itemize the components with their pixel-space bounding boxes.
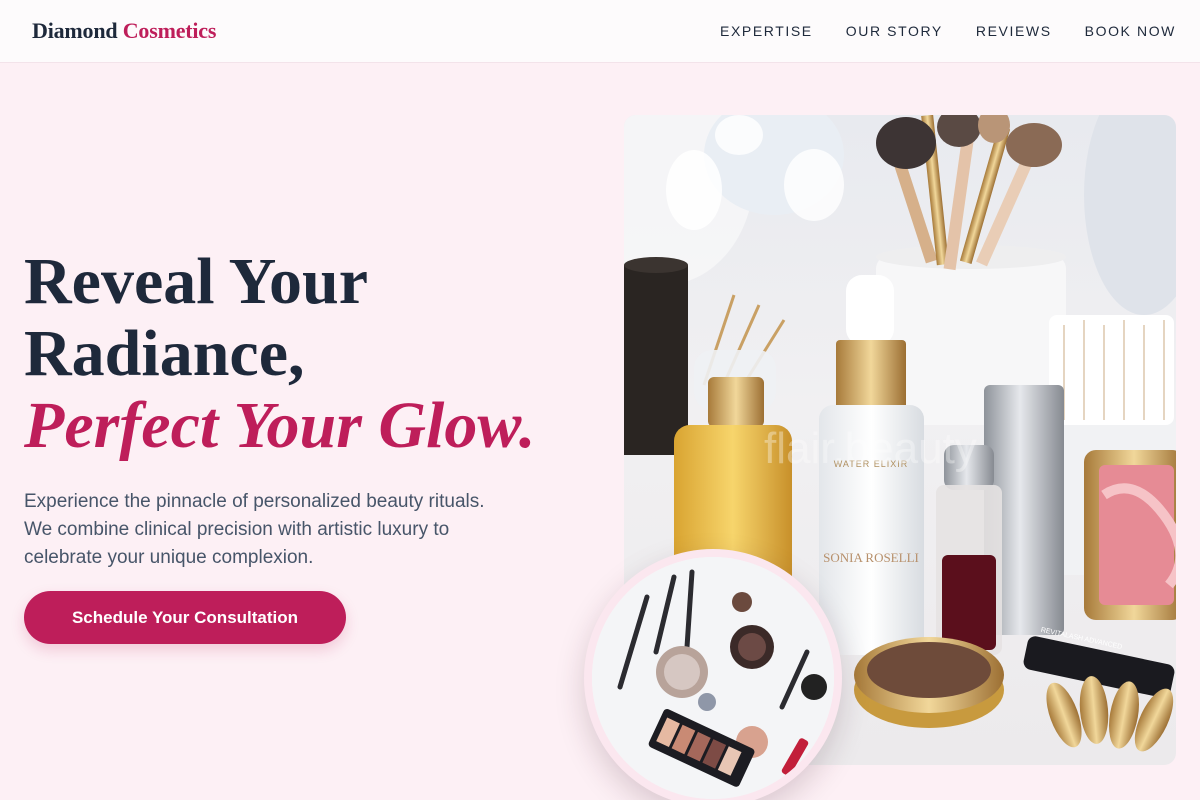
photo-watermark: flair.beauty	[764, 424, 977, 473]
inset-photo-frame	[592, 557, 834, 799]
bottle-label-2: SONIA ROSELLI	[823, 550, 919, 565]
brand-name-primary: Diamond	[32, 18, 118, 43]
schedule-consultation-button[interactable]: Schedule Your Consultation	[24, 591, 346, 644]
nav-link-reviews[interactable]: REVIEWS	[976, 23, 1052, 39]
main-nav: EXPERTISE OUR STORY REVIEWS BOOK NOW	[720, 23, 1176, 39]
inset-makeup-photo	[584, 549, 842, 800]
nav-link-our-story[interactable]: OUR STORY	[846, 23, 943, 39]
hero-description: Experience the pinnacle of personalized …	[24, 491, 485, 568]
nav-link-book-now[interactable]: BOOK NOW	[1085, 23, 1176, 39]
hero-title-line-1: Reveal Your	[24, 245, 368, 318]
hero-title: Reveal Your Radiance, Perfect Your Glow.	[24, 246, 604, 462]
hero-title-accent: Perfect Your Glow.	[24, 389, 536, 462]
flatlay-illustration	[592, 557, 834, 799]
hero-title-line-2: Radiance,	[24, 317, 305, 390]
site-header: Diamond Cosmetics EXPERTISE OUR STORY RE…	[0, 0, 1200, 63]
brand-logo[interactable]: Diamond Cosmetics	[32, 18, 216, 44]
nav-link-expertise[interactable]: EXPERTISE	[720, 23, 813, 39]
brand-name-accent: Cosmetics	[122, 18, 217, 43]
